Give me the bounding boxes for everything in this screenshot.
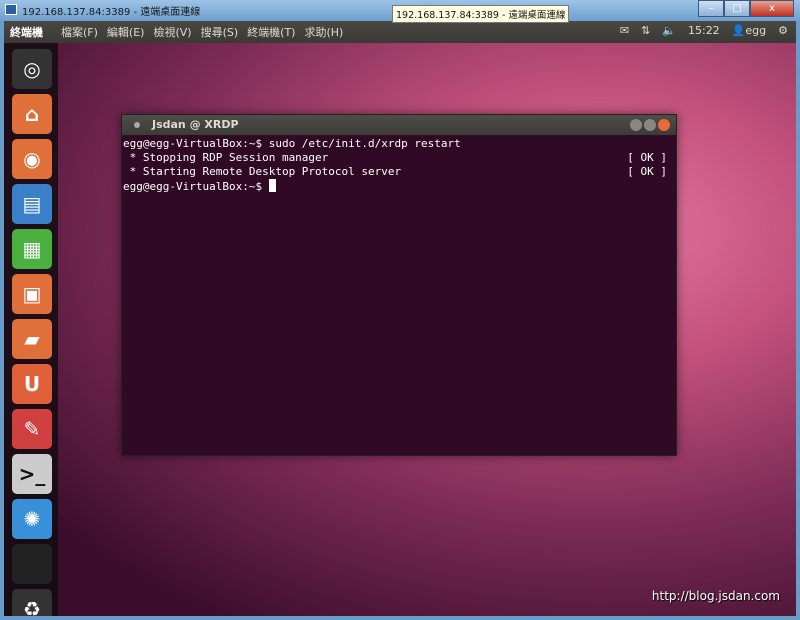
launcher-terminal-icon[interactable]: >_ bbox=[12, 454, 52, 494]
launcher-ubuntu-one-icon[interactable]: U bbox=[12, 364, 52, 404]
launcher-trash-icon[interactable]: ♻ bbox=[12, 589, 52, 616]
remote-desktop: 終端機 檔案(F) 編輯(E) 檢視(V) 搜尋(S) 終端機(T) 求助(H) ✉ ⇅ … bbox=[4, 21, 796, 616]
line-text: egg@egg-VirtualBox:~$ bbox=[123, 180, 269, 193]
terminal-close-button[interactable] bbox=[658, 119, 670, 131]
launcher-firefox-icon[interactable]: ◉ bbox=[12, 139, 52, 179]
menu-item[interactable]: 檔案(F) bbox=[61, 24, 98, 40]
status-ok: [ OK ] bbox=[627, 151, 667, 164]
cursor bbox=[268, 179, 276, 192]
clock[interactable]: 15:22 bbox=[688, 24, 720, 37]
terminal-line: egg@egg-VirtualBox:~$ sudo /etc/init.d/x… bbox=[123, 137, 675, 151]
volume-icon[interactable]: 🔈 bbox=[662, 24, 676, 37]
terminal-maximize-button[interactable] bbox=[644, 119, 656, 131]
terminal-title-bar[interactable]: Jsdan @ XRDP bbox=[122, 115, 676, 135]
launcher: ◎ ⌂ ◉ ▤ ▦ ▣ ▰ U ✎ >_ ✺ ♻ bbox=[4, 43, 58, 616]
terminal-window[interactable]: Jsdan @ XRDP egg@egg-VirtualBox:~$ sudo … bbox=[121, 114, 677, 456]
line-text: egg@egg-VirtualBox:~$ sudo /etc/init.d/x… bbox=[123, 137, 461, 150]
tooltip: 192.168.137.84:3389 - 遠端桌面連線 bbox=[392, 5, 570, 23]
menu-item[interactable]: 終端機(T) bbox=[247, 24, 295, 40]
terminal-line: egg@egg-VirtualBox:~$ bbox=[123, 179, 675, 194]
terminal-output[interactable]: egg@egg-VirtualBox:~$ sudo /etc/init.d/x… bbox=[122, 135, 676, 455]
terminal-line: * Stopping RDP Session manager [ OK ] bbox=[123, 151, 675, 165]
terminal-title: Jsdan @ XRDP bbox=[152, 118, 239, 131]
watermark: http://blog.jsdan.com bbox=[651, 589, 780, 603]
launcher-system-settings-icon[interactable]: ✎ bbox=[12, 409, 52, 449]
app-name: 終端機 bbox=[10, 26, 43, 39]
user-icon: 👤 bbox=[731, 24, 746, 37]
minimize-button[interactable]: – bbox=[698, 0, 724, 17]
launcher-workspaces-icon[interactable] bbox=[12, 544, 52, 584]
close-button[interactable]: x bbox=[750, 0, 794, 17]
top-panel: 終端機 檔案(F) 編輯(E) 檢視(V) 搜尋(S) 終端機(T) 求助(H) ✉ ⇅ … bbox=[4, 21, 796, 43]
window-title: 192.168.137.84:3389 - 遠端桌面連線 bbox=[22, 7, 201, 18]
terminal-line: * Starting Remote Desktop Protocol serve… bbox=[123, 165, 675, 179]
menu-bar: 檔案(F) 編輯(E) 檢視(V) 搜尋(S) 終端機(T) 求助(H) bbox=[61, 24, 343, 40]
rdp-app-icon bbox=[5, 4, 17, 15]
launcher-writer-icon[interactable]: ▤ bbox=[12, 184, 52, 224]
user-menu[interactable]: 👤egg bbox=[732, 24, 766, 37]
maximize-button[interactable]: □ bbox=[724, 0, 750, 17]
menu-item[interactable]: 檢視(V) bbox=[153, 24, 191, 40]
power-icon[interactable]: ⚙ bbox=[778, 24, 788, 37]
status-ok: [ OK ] bbox=[627, 165, 667, 178]
launcher-home-folder-icon[interactable]: ⌂ bbox=[12, 94, 52, 134]
menu-item[interactable]: 求助(H) bbox=[304, 24, 343, 40]
launcher-impress-icon[interactable]: ▣ bbox=[12, 274, 52, 314]
launcher-dash-icon[interactable]: ◎ bbox=[12, 49, 52, 89]
launcher-calc-icon[interactable]: ▦ bbox=[12, 229, 52, 269]
menu-item[interactable]: 搜尋(S) bbox=[201, 24, 239, 40]
network-icon[interactable]: ⇅ bbox=[641, 24, 650, 37]
system-tray: ✉ ⇅ 🔈 15:22 👤egg ⚙ bbox=[620, 24, 788, 37]
line-text: * Starting Remote Desktop Protocol serve… bbox=[123, 165, 402, 178]
terminal-icon bbox=[134, 122, 140, 128]
launcher-shotwell-icon[interactable]: ✺ bbox=[12, 499, 52, 539]
launcher-software-center-icon[interactable]: ▰ bbox=[12, 319, 52, 359]
line-text: * Stopping RDP Session manager bbox=[123, 151, 329, 164]
menu-item[interactable]: 編輯(E) bbox=[107, 24, 145, 40]
terminal-minimize-button[interactable] bbox=[630, 119, 642, 131]
mail-icon[interactable]: ✉ bbox=[620, 24, 629, 37]
